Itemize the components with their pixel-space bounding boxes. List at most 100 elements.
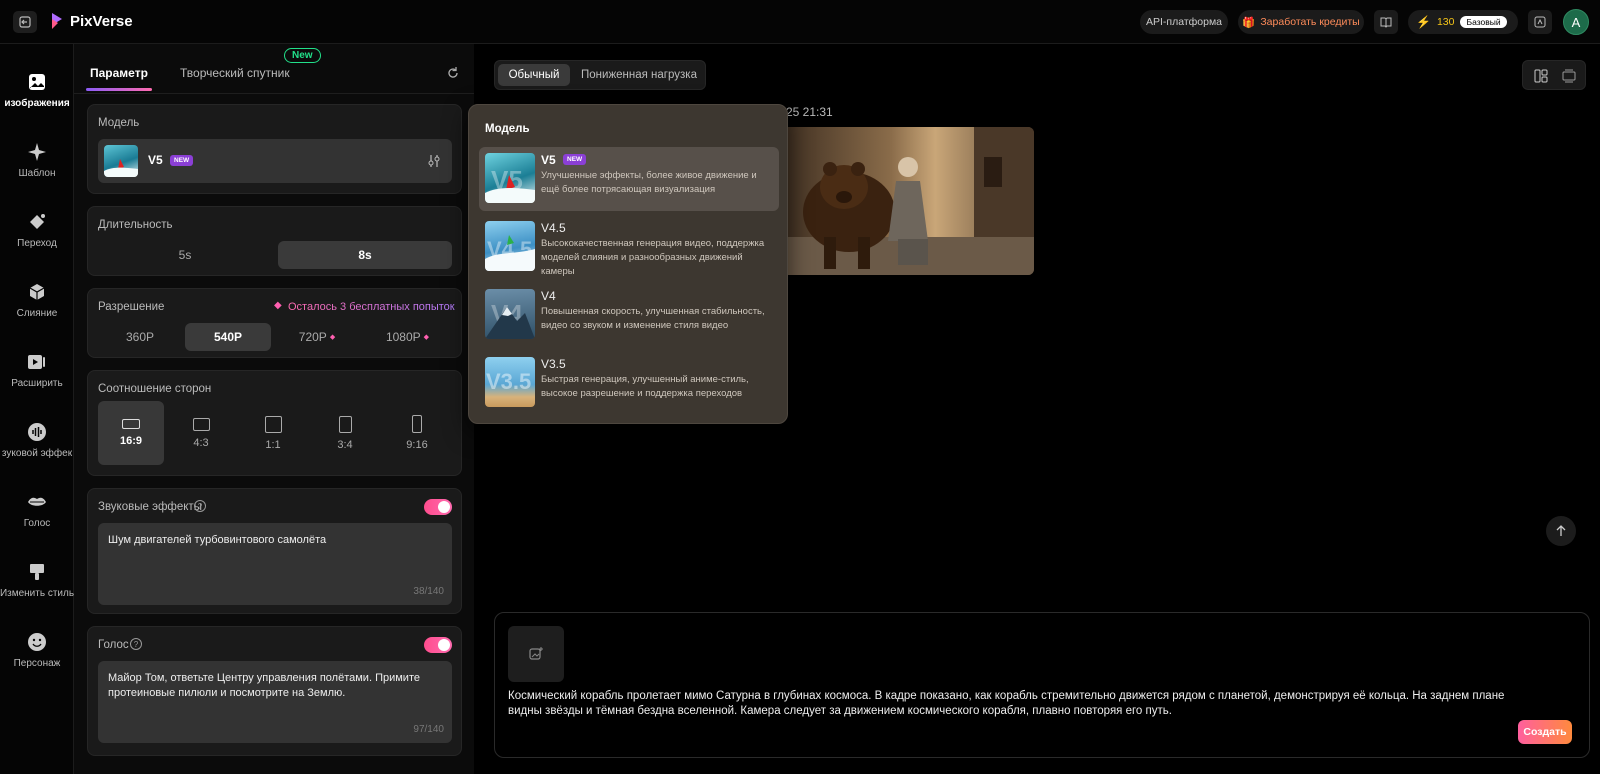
model-v5-thumbnail: V5: [485, 153, 535, 203]
rail-item-image[interactable]: изображения: [0, 60, 74, 120]
top-bar: PixVerse API-платформа 🎁 Заработать кред…: [0, 0, 1600, 44]
model-description: Улучшенные эффекты, более живое движение…: [541, 170, 757, 195]
rail-item-template[interactable]: Шаблон: [0, 130, 74, 190]
sound-effects-input[interactable]: Шум двигателей турбовинтового самолёта 3…: [98, 523, 452, 605]
resolution-720p[interactable]: 720P ◆: [274, 323, 360, 351]
rail-item-sound-effect[interactable]: зуковой эффек: [0, 410, 74, 470]
rail-item-extend[interactable]: Расширить: [0, 340, 74, 400]
add-image-icon: [529, 647, 543, 660]
help-icon[interactable]: ?: [194, 500, 206, 512]
credits-count: 130: [1436, 16, 1455, 28]
resolution-card: Разрешение ◆ Осталось 3 бесплатных попыт…: [87, 288, 462, 358]
free-attempts-note: Осталось 3 бесплатных попыток: [288, 301, 455, 313]
earn-credits-label: Заработать кредиты: [1260, 16, 1360, 28]
exit-icon: [19, 16, 31, 28]
ratio-4-3-icon: [192, 417, 210, 431]
ratio-label: 4:3: [193, 436, 209, 449]
model-option-v3-5[interactable]: V3.5 V3.5 Быстрая генерация, улучшенный …: [479, 351, 779, 415]
add-image-button[interactable]: [508, 626, 564, 682]
ratio-label: 9:16: [406, 439, 428, 451]
app-logo[interactable]: PixVerse: [50, 12, 133, 30]
rail-label: Изменить стиль: [0, 587, 74, 599]
svg-text:V3.5: V3.5: [486, 369, 531, 394]
grid-view-button[interactable]: [1529, 66, 1553, 86]
earn-credits-button[interactable]: 🎁 Заработать кредиты: [1238, 10, 1364, 34]
book-icon: [1380, 17, 1392, 28]
tab-active-underline: [86, 88, 152, 91]
avatar-letter: A: [1571, 14, 1581, 30]
prompt-text: Космический корабль пролетает мимо Сатур…: [508, 690, 1505, 717]
model-name: V5: [541, 153, 556, 167]
aspect-1-1[interactable]: 1:1: [240, 401, 306, 465]
face-icon: [27, 632, 47, 652]
model-description: Высококачественная генерация видео, подд…: [541, 238, 765, 277]
rail-label: Переход: [17, 237, 57, 249]
resolution-360p[interactable]: 360P: [98, 323, 182, 351]
rail-item-character[interactable]: Персонаж: [0, 620, 74, 680]
resolution-1080p-label: 1080P: [385, 330, 421, 344]
ratio-3-4-icon: [338, 415, 352, 433]
ratio-1-1-icon: [264, 415, 282, 433]
model-dropdown: Модель V5 V5 NEW Улучшенные эффекты, бол…: [468, 104, 788, 424]
help-icon[interactable]: ?: [130, 638, 142, 650]
app-name: PixVerse: [70, 12, 133, 30]
voice-input[interactable]: Майор Том, ответьте Центру управления по…: [98, 661, 452, 743]
tab-parameter[interactable]: Параметр: [90, 66, 148, 80]
model-option-v4[interactable]: V4 V4 Повышенная скорость, улучшенная ст…: [479, 283, 779, 347]
resolution-720p-label: 720P: [298, 330, 327, 344]
ratio-label: 3:4: [337, 438, 353, 451]
left-rail: изображения Шаблон Переход Слияние Расши…: [0, 44, 74, 774]
model-description: Быстрая генерация, улучшенный аниме-стил…: [541, 374, 749, 399]
mode-normal[interactable]: Обычный: [498, 64, 570, 86]
prompt-box[interactable]: Космический корабль пролетает мимо Сатур…: [494, 612, 1590, 758]
aspect-3-4[interactable]: 3:4: [312, 401, 378, 465]
sound-effects-text: Шум двигателей турбовинтового самолёта: [108, 534, 327, 546]
diamond-icon: ◆: [423, 334, 430, 341]
download-app-button[interactable]: [1528, 10, 1552, 34]
aspect-9-16[interactable]: 9:16: [384, 401, 450, 465]
arrow-up-icon: [1556, 525, 1566, 536]
avatar[interactable]: A: [1563, 9, 1589, 35]
tab-creative-companion[interactable]: Творческий спутник: [180, 66, 290, 80]
back-button[interactable]: [13, 11, 37, 33]
scroll-top-button[interactable]: [1546, 516, 1576, 546]
new-badge: New: [284, 48, 321, 63]
model-value: V5: [148, 153, 163, 167]
pixverse-logo-icon: [52, 13, 62, 29]
rail-item-transition[interactable]: Переход: [0, 200, 74, 260]
reset-button[interactable]: [446, 66, 460, 80]
cube-icon: [27, 282, 47, 302]
docs-button[interactable]: [1374, 10, 1398, 34]
tabs-divider: [74, 93, 474, 94]
rail-label: Шаблон: [18, 167, 56, 179]
model-new-badge: NEW: [170, 155, 194, 166]
aspect-4-3[interactable]: 4:3: [168, 401, 234, 465]
generated-video-thumbnail[interactable]: [774, 127, 1034, 275]
lightning-icon: ⚡: [1416, 15, 1431, 29]
sound-effects-toggle[interactable]: [424, 499, 452, 515]
generation-timestamp: -25 21:31: [782, 105, 833, 119]
aspect-ratio-card: Соотношение сторон 16:9 4:3 1:1 3:4 9:16: [87, 370, 462, 476]
sliders-icon: [428, 155, 440, 167]
model-select[interactable]: V5 NEW: [98, 139, 452, 183]
resolution-1080p[interactable]: 1080P ◆: [363, 323, 452, 351]
rail-item-voice[interactable]: Голос: [0, 480, 74, 540]
rail-item-change-style[interactable]: Изменить стиль: [0, 550, 74, 610]
transition-icon: [27, 212, 47, 232]
api-platform-button[interactable]: API-платформа: [1140, 10, 1228, 34]
model-option-v4-5[interactable]: V4.5 V4.5 Высококачественная генерация в…: [479, 215, 779, 279]
aspect-16-9[interactable]: 16:9: [98, 401, 164, 465]
create-button[interactable]: Создать: [1518, 720, 1572, 744]
model-option-v5[interactable]: V5 V5 NEW Улучшенные эффекты, более живо…: [479, 147, 779, 211]
rail-item-fusion[interactable]: Слияние: [0, 270, 74, 330]
resolution-540p[interactable]: 540P: [185, 323, 271, 351]
sound-effects-counter: 38/140: [413, 586, 444, 597]
duration-option-5s[interactable]: 5s: [98, 241, 272, 269]
mode-low-load[interactable]: Пониженная нагрузка: [575, 64, 703, 86]
credits-badge[interactable]: ⚡ 130 Базовый: [1408, 10, 1518, 34]
list-view-button[interactable]: [1557, 66, 1581, 86]
duration-option-8s[interactable]: 8s: [278, 241, 452, 269]
brush-icon: [27, 562, 47, 582]
voice-toggle[interactable]: [424, 637, 452, 653]
sound-effects-label: Звуковые эффекты: [98, 501, 202, 513]
